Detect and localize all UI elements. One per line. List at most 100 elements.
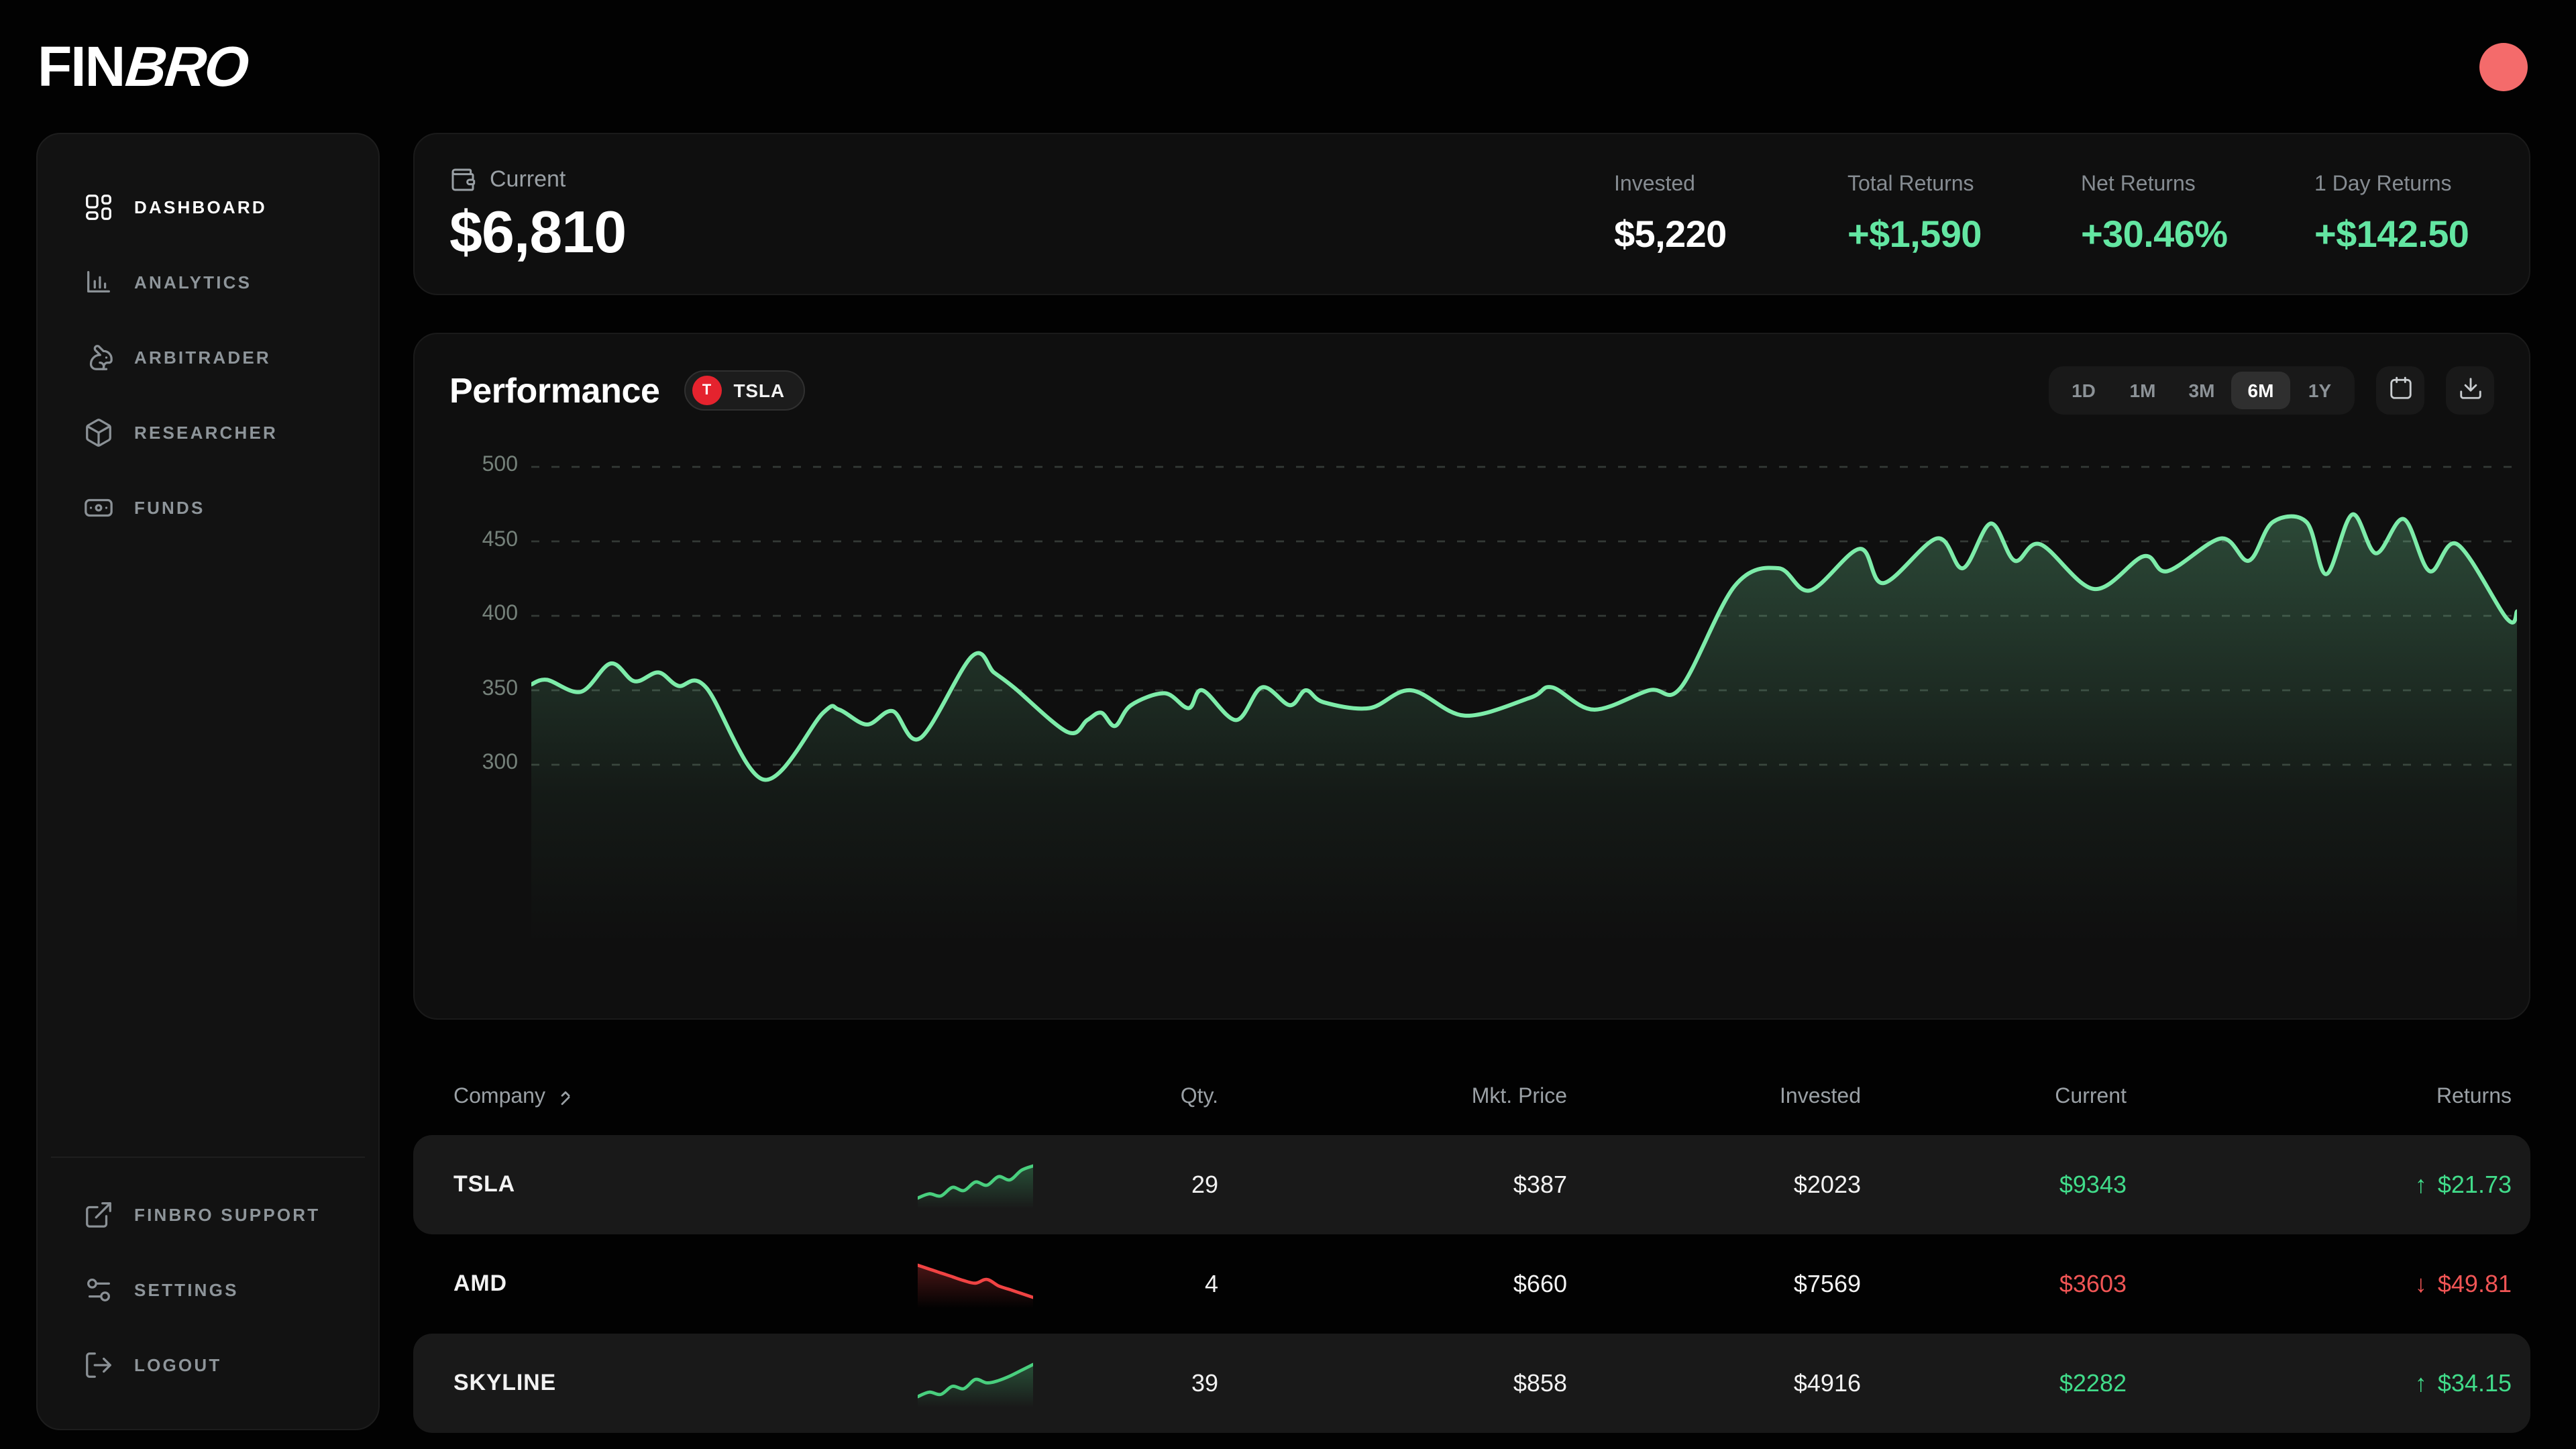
sidebar-item-label: ANALYTICS bbox=[134, 272, 252, 292]
sidebar-item-label: SETTINGS bbox=[134, 1279, 239, 1299]
sidebar-item-finbro-support[interactable]: FINBRO SUPPORT bbox=[51, 1183, 365, 1245]
calendar-button[interactable] bbox=[2376, 366, 2424, 415]
sidebar-item-funds[interactable]: FUNDS bbox=[51, 476, 365, 538]
sidebar-item-label: FUNDS bbox=[134, 497, 205, 517]
finbro-app: FINBRO DASHBOARD ANALYTICS ARBITRADER RESEA… bbox=[0, 0, 2576, 1449]
sparkline-svg bbox=[918, 1260, 1033, 1308]
chart-controls: 1D1M3M6M1Y bbox=[2049, 366, 2494, 415]
range-button-1m[interactable]: 1M bbox=[2113, 372, 2172, 409]
dashboard-icon bbox=[83, 191, 114, 222]
performance-title: Performance bbox=[449, 370, 660, 411]
invested-cell: $4916 bbox=[1567, 1369, 1861, 1397]
analytics-icon bbox=[83, 266, 114, 297]
current-value: $6,810 bbox=[449, 203, 626, 262]
y-axis-tick: 500 bbox=[443, 453, 518, 478]
profile-avatar[interactable] bbox=[2479, 42, 2528, 91]
sparkline-svg bbox=[918, 1359, 1033, 1407]
trend-arrow-icon: ↓ bbox=[2415, 1270, 2427, 1298]
returns-cell: ↓$49.81 bbox=[2127, 1270, 2512, 1298]
current-label: Current bbox=[490, 166, 566, 193]
stat-1-day-returns: 1 Day Returns +$142.50 bbox=[2314, 172, 2489, 256]
mkt-price-cell: $858 bbox=[1218, 1369, 1567, 1397]
column-current: Current bbox=[1861, 1085, 2127, 1110]
performance-card: Performance T TSLA 1D1M3M6M1Y bbox=[413, 333, 2530, 1020]
mkt-price-cell: $387 bbox=[1218, 1171, 1567, 1199]
stat-label: Invested bbox=[1614, 172, 1847, 197]
company-cell: SKYLINE bbox=[453, 1370, 883, 1397]
table-body: TSLA29$387$2023$9343↑$21.73AMD4$660$7569… bbox=[413, 1135, 2530, 1433]
sidebar-item-label: ARBITRADER bbox=[134, 347, 271, 367]
summary-card: Current $6,810 Invested$5,220Total Retur… bbox=[413, 133, 2530, 295]
sparkline-cell bbox=[883, 1260, 1044, 1308]
stat-value: +$1,590 bbox=[1847, 213, 2081, 256]
qty-cell: 29 bbox=[1044, 1171, 1218, 1199]
performance-chart: 500450400350300 bbox=[531, 462, 2517, 945]
ticker-pill[interactable]: T TSLA bbox=[684, 370, 805, 411]
y-axis-tick: 300 bbox=[443, 751, 518, 775]
download-icon bbox=[2457, 376, 2483, 405]
table-row-tsla[interactable]: TSLA29$387$2023$9343↑$21.73 bbox=[413, 1135, 2530, 1234]
sidebar-item-label: LOGOUT bbox=[134, 1354, 221, 1375]
sidebar-item-arbitrader[interactable]: ARBITRADER bbox=[51, 326, 365, 388]
trend-arrow-icon: ↑ bbox=[2415, 1369, 2427, 1397]
column-company[interactable]: Company bbox=[453, 1085, 883, 1110]
sidebar-item-researcher[interactable]: RESEARCHER bbox=[51, 401, 365, 463]
sidebar-nav: DASHBOARD ANALYTICS ARBITRADER RESEARCHER FU… bbox=[38, 169, 378, 545]
stat-label: Total Returns bbox=[1847, 172, 2081, 197]
qty-cell: 4 bbox=[1044, 1270, 1218, 1298]
logo-fin: FIN bbox=[38, 34, 124, 99]
calendar-icon bbox=[2387, 376, 2413, 405]
column-returns: Returns bbox=[2127, 1085, 2512, 1110]
range-button-1y[interactable]: 1Y bbox=[2290, 372, 2349, 409]
banknote-icon bbox=[83, 492, 114, 523]
sidebar-item-logout[interactable]: LOGOUT bbox=[51, 1334, 365, 1395]
company-cell: TSLA bbox=[453, 1171, 883, 1198]
download-button[interactable] bbox=[2446, 366, 2494, 415]
sidebar-item-settings[interactable]: SETTINGS bbox=[51, 1258, 365, 1320]
sidebar-item-label: FINBRO SUPPORT bbox=[134, 1204, 320, 1224]
topbar: FINBRO bbox=[0, 0, 2576, 133]
current-cell: $2282 bbox=[1861, 1369, 2127, 1397]
main-content: Current $6,810 Invested$5,220Total Retur… bbox=[413, 133, 2530, 1433]
range-button-3m[interactable]: 3M bbox=[2172, 372, 2231, 409]
sidebar-item-dashboard[interactable]: DASHBOARD bbox=[51, 176, 365, 237]
table-row-amd[interactable]: AMD4$660$7569$3603↓$49.81 bbox=[413, 1234, 2530, 1334]
range-button-1d[interactable]: 1D bbox=[2054, 372, 2113, 409]
trend-arrow-icon: ↑ bbox=[2415, 1171, 2427, 1199]
stat-label: 1 Day Returns bbox=[2314, 172, 2489, 197]
range-button-6m[interactable]: 6M bbox=[2231, 372, 2290, 409]
external-link-icon bbox=[83, 1199, 114, 1230]
sort-icon bbox=[556, 1087, 576, 1108]
range-selector: 1D1M3M6M1Y bbox=[2049, 366, 2355, 415]
returns-cell: ↑$34.15 bbox=[2127, 1369, 2512, 1397]
stat-label: Net Returns bbox=[2081, 172, 2314, 197]
invested-cell: $2023 bbox=[1567, 1171, 1861, 1199]
area-chart-svg bbox=[531, 462, 2517, 945]
stat-value: +30.46% bbox=[2081, 213, 2314, 256]
sidebar-item-label: DASHBOARD bbox=[134, 197, 267, 217]
mkt-price-cell: $660 bbox=[1218, 1270, 1567, 1298]
cube-icon bbox=[83, 417, 114, 447]
sidebar: DASHBOARD ANALYTICS ARBITRADER RESEARCHER FU… bbox=[36, 133, 380, 1430]
summary-stats: Invested$5,220Total Returns +$1,590Net Re… bbox=[1614, 172, 2489, 256]
column-qty: Qty. bbox=[1044, 1085, 1218, 1110]
y-axis-tick: 450 bbox=[443, 528, 518, 552]
table-header: Company Qty. Mkt. Price Invested Current… bbox=[413, 1073, 2530, 1122]
column-mkt-price: Mkt. Price bbox=[1218, 1085, 1567, 1110]
logout-icon bbox=[83, 1349, 114, 1380]
column-invested: Invested bbox=[1567, 1085, 1861, 1110]
ticker-symbol: TSLA bbox=[734, 380, 785, 401]
table-row-skyline[interactable]: SKYLINE39$858$4916$2282↑$34.15 bbox=[413, 1334, 2530, 1433]
sidebar-item-analytics[interactable]: ANALYTICS bbox=[51, 251, 365, 313]
y-axis-tick: 400 bbox=[443, 602, 518, 627]
sparkline-cell bbox=[883, 1161, 1044, 1209]
holdings-table: Company Qty. Mkt. Price Invested Current… bbox=[413, 1073, 2530, 1433]
sidebar-footer-nav: FINBRO SUPPORT SETTINGS LOGOUT bbox=[51, 1157, 365, 1402]
sparkline-svg bbox=[918, 1161, 1033, 1209]
stat-value: +$142.50 bbox=[2314, 213, 2489, 256]
stat-invested: Invested$5,220 bbox=[1614, 172, 1847, 256]
current-cell: $3603 bbox=[1861, 1270, 2127, 1298]
stat-net-returns: Net Returns +30.46% bbox=[2081, 172, 2314, 256]
performance-header: Performance T TSLA 1D1M3M6M1Y bbox=[415, 334, 2529, 415]
stat-total-returns: Total Returns +$1,590 bbox=[1847, 172, 2081, 256]
